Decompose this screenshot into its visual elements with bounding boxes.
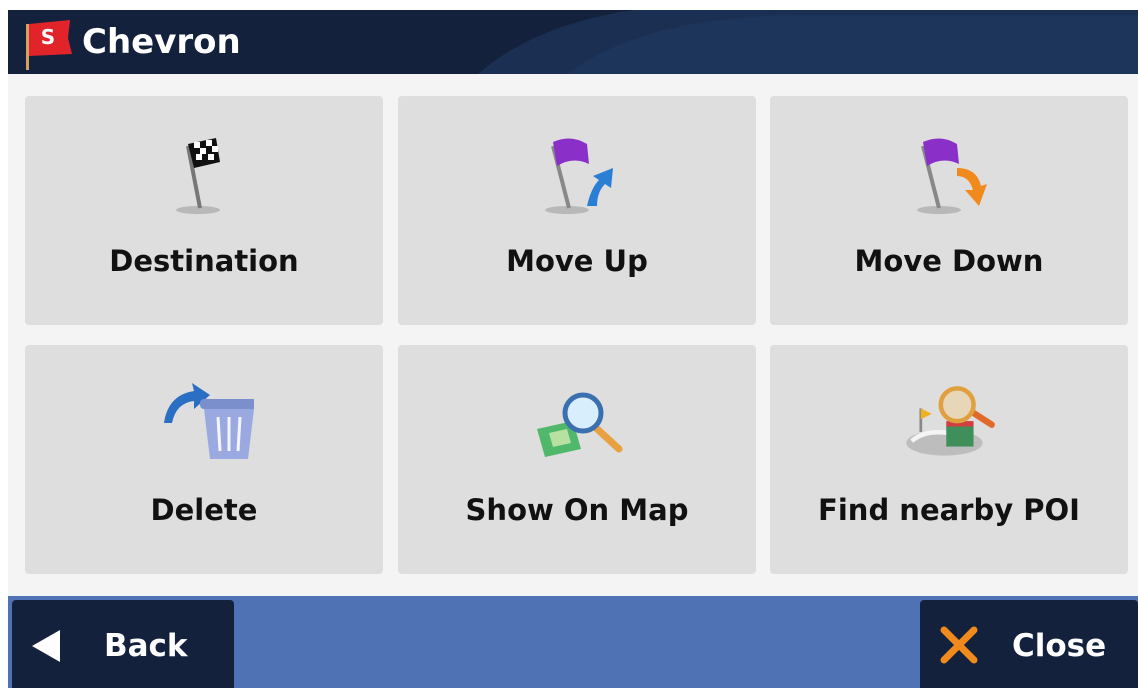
map-magnifier-icon — [537, 392, 623, 457]
action-grid: Destination Move Up Move Down Delete Sho… — [8, 74, 1138, 596]
show-on-map-button[interactable]: Show On Map — [398, 345, 756, 574]
move-up-button[interactable]: Move Up — [398, 96, 756, 325]
back-label: Back — [104, 628, 188, 664]
flag-arrow-down-icon — [917, 138, 987, 214]
destination-button[interactable]: Destination — [25, 96, 383, 325]
page-title: Chevron — [82, 22, 241, 62]
move-down-button[interactable]: Move Down — [770, 96, 1128, 325]
poi-search-icon — [906, 386, 995, 456]
tile-label: Destination — [109, 244, 299, 278]
flag-arrow-up-icon — [545, 138, 613, 214]
close-label: Close — [1012, 628, 1107, 664]
back-button[interactable]: Back — [12, 600, 234, 688]
close-x-icon — [940, 626, 978, 664]
app-flag-icon: S — [26, 20, 72, 70]
delete-button[interactable]: Delete — [25, 345, 383, 574]
tile-label: Move Down — [854, 244, 1044, 278]
trash-arrow-icon — [164, 383, 254, 459]
bottom-bar: Back Close — [8, 596, 1138, 688]
tile-label: Show On Map — [465, 493, 689, 527]
app-window: S Chevron Destination Move Up Move Down … — [0, 0, 1138, 688]
find-nearby-poi-button[interactable]: Find nearby POI — [770, 345, 1128, 574]
back-arrow-icon — [32, 630, 60, 662]
tile-label: Delete — [150, 493, 258, 527]
flag-letter: S — [41, 25, 55, 49]
tile-label: Move Up — [506, 244, 648, 278]
checkered-flag-icon — [176, 138, 220, 214]
close-button[interactable]: Close — [920, 600, 1138, 688]
title-bar: S Chevron — [8, 10, 1138, 74]
tile-label: Find nearby POI — [818, 493, 1080, 527]
